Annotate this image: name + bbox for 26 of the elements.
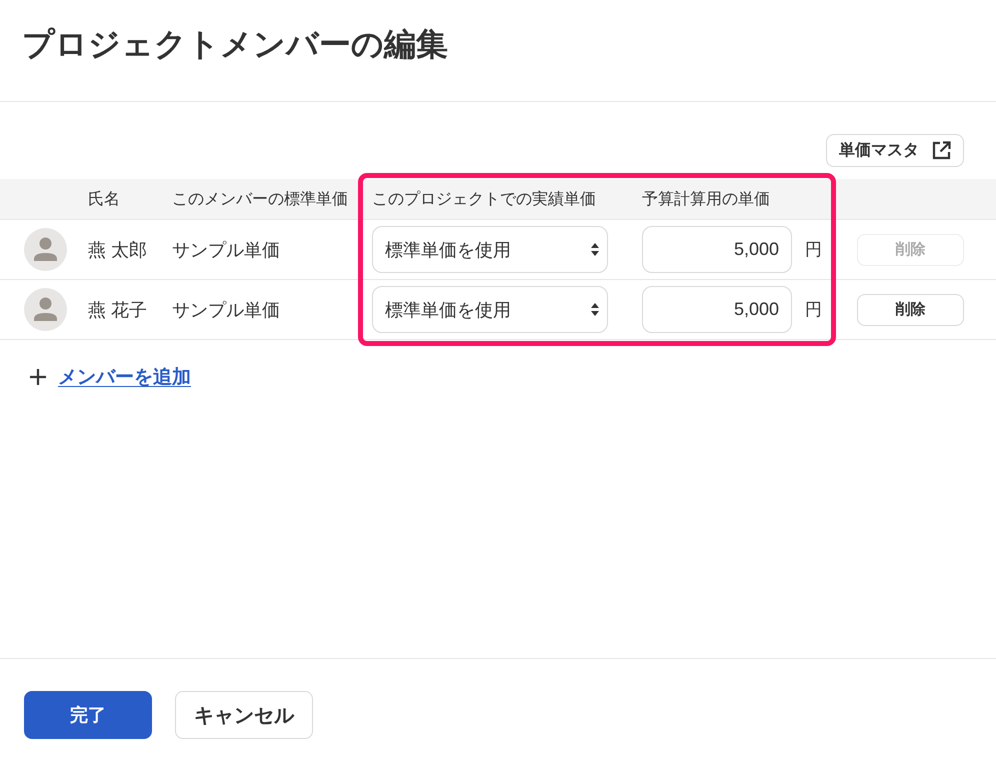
rate-select[interactable]: 標準単価を使用 xyxy=(372,286,608,333)
column-header: 予算計算用の単価 xyxy=(642,190,770,210)
member-name: 燕 太郎 xyxy=(88,238,148,262)
budget-rate-input[interactable]: 5,000 xyxy=(642,226,792,273)
confirm-button[interactable]: 完了 xyxy=(24,691,152,739)
up-down-arrows-icon xyxy=(591,243,599,256)
rate-master-button[interactable]: 単価マスタ xyxy=(826,134,964,167)
dialog-title: プロジェクトメンバーの編集 xyxy=(22,25,448,64)
up-down-arrows-icon xyxy=(591,303,599,316)
avatar-icon xyxy=(24,288,67,331)
currency-unit: 円 xyxy=(805,299,822,321)
standard-rate-text: サンプル単価 xyxy=(172,238,280,262)
delete-button[interactable]: 削除 xyxy=(857,294,964,326)
plus-icon xyxy=(30,369,46,385)
column-header: 氏名 xyxy=(88,190,120,210)
member-name: 燕 花子 xyxy=(88,298,148,322)
budget-rate-input[interactable]: 5,000 xyxy=(642,286,792,333)
rate-select[interactable]: 標準単価を使用 xyxy=(372,226,608,273)
avatar-icon xyxy=(24,228,67,271)
column-header: このメンバーの標準単価 xyxy=(172,190,348,210)
standard-rate-text: サンプル単価 xyxy=(172,298,280,322)
column-header: このプロジェクトでの実績単価 xyxy=(372,190,596,210)
add-member-link[interactable]: メンバーを追加 xyxy=(30,364,191,390)
external-link-icon xyxy=(932,141,951,160)
currency-unit: 円 xyxy=(805,239,822,261)
cancel-button[interactable]: キャンセル xyxy=(175,691,313,739)
